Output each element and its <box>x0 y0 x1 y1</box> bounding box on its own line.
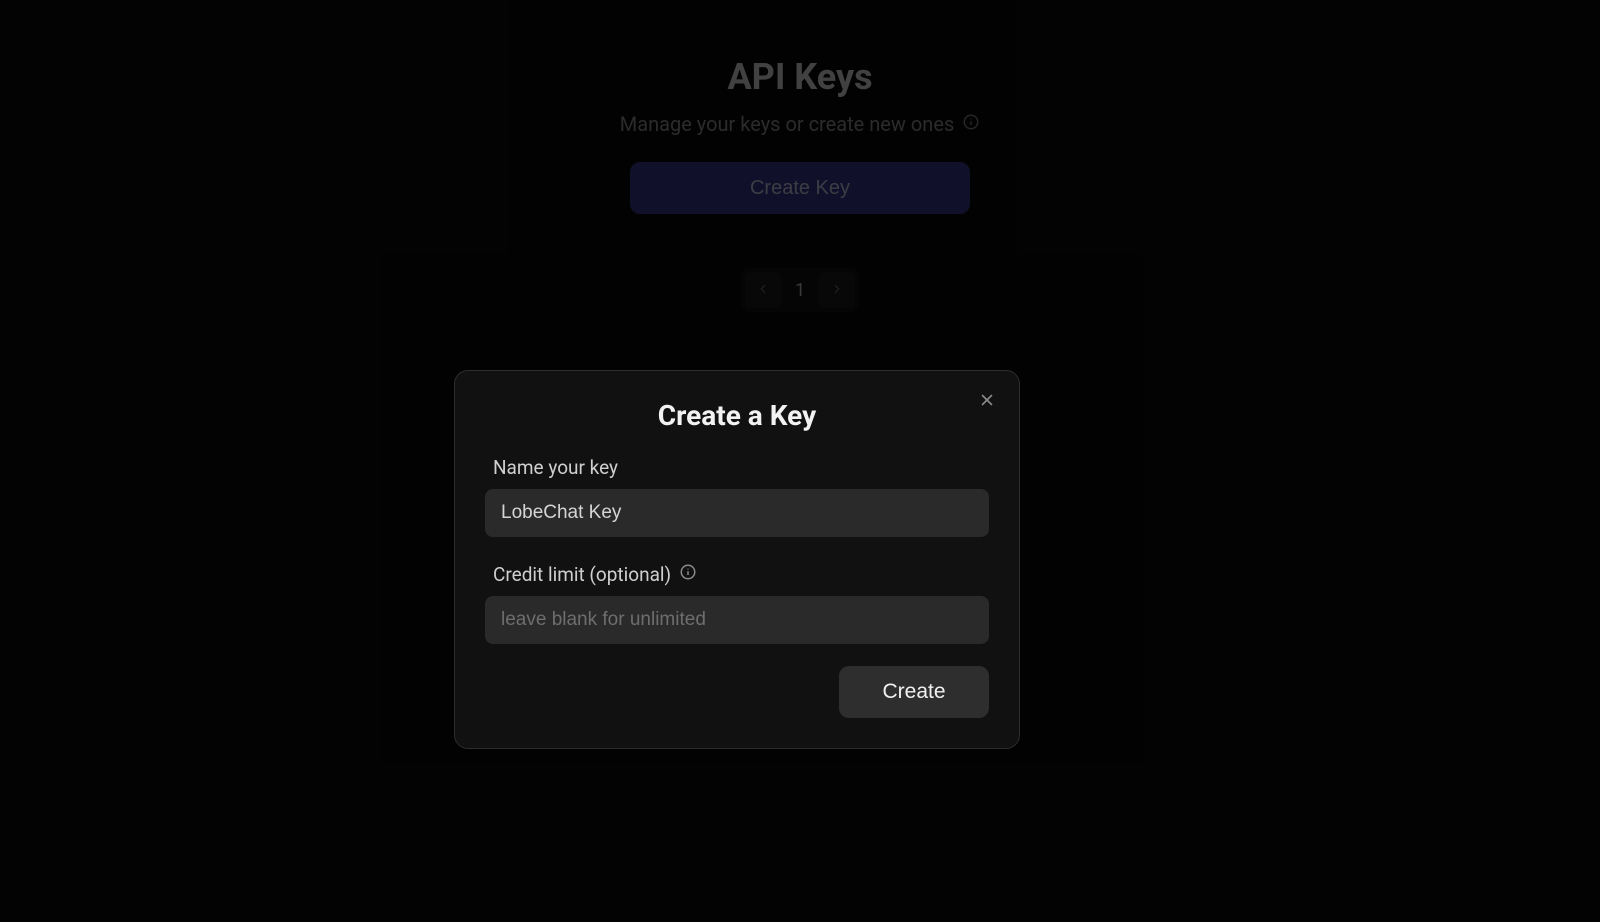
credit-limit-label-row: Credit limit (optional) <box>493 563 989 586</box>
create-button[interactable]: Create <box>839 666 989 718</box>
modal-title: Create a Key <box>485 399 989 432</box>
credit-limit-label: Credit limit (optional) <box>493 563 671 586</box>
close-icon <box>978 391 996 412</box>
create-key-modal: Create a Key Name your key Credit limit … <box>454 370 1020 749</box>
info-icon[interactable] <box>679 563 697 586</box>
credit-limit-input[interactable] <box>485 596 989 644</box>
modal-close-button[interactable] <box>973 387 1001 415</box>
key-name-input[interactable] <box>485 489 989 537</box>
name-field-label: Name your key <box>493 456 989 479</box>
